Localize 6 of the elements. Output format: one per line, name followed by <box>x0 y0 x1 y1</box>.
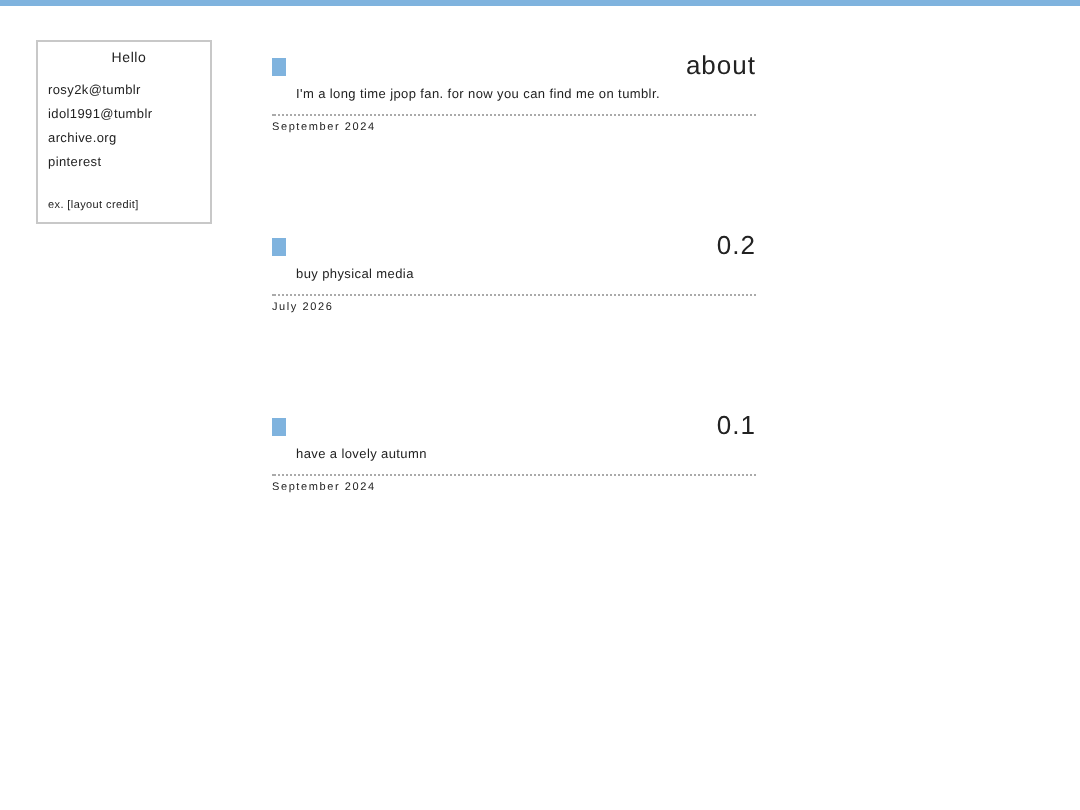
post-title: about <box>685 52 756 78</box>
square-icon <box>272 418 286 436</box>
square-icon <box>272 238 286 256</box>
post-title: 0.2 <box>716 232 756 258</box>
post-title: 0.1 <box>716 412 756 438</box>
square-icon <box>272 58 286 76</box>
